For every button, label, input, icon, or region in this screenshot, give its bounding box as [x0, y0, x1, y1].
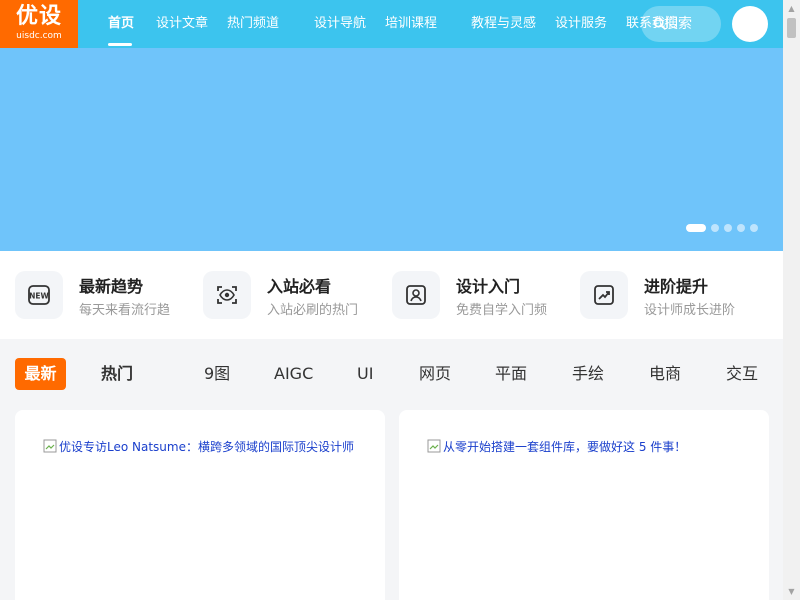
trend-up-icon — [594, 285, 614, 305]
tab-web[interactable]: 网页 — [419, 358, 451, 390]
search-button[interactable]: 搜索 — [641, 6, 721, 42]
user-avatar[interactable] — [732, 6, 768, 42]
broken-image-icon — [43, 439, 57, 453]
logo-text: 优设 — [15, 4, 62, 29]
thumbnail-alt-text: 从零开始搭建一套组件库，要做好这 5 件事！ — [443, 440, 687, 454]
nav-design-services[interactable]: 设计服务 — [555, 0, 607, 48]
eye-scan-icon — [217, 286, 237, 304]
scroll-up-arrow-icon[interactable]: ▲ — [783, 0, 800, 17]
svg-text:NEW: NEW — [29, 292, 49, 301]
site-logo[interactable]: 优设 uisdc.com — [0, 0, 78, 48]
logo-domain: uisdc.com — [16, 31, 62, 41]
broken-image-icon — [427, 439, 441, 453]
top-header: 优设 uisdc.com 首页 设计文章 热门频道 设计导航 培训课程 教程与灵… — [0, 0, 783, 48]
new-badge-icon: NEW — [28, 285, 50, 305]
tab-ui[interactable]: UI — [357, 358, 373, 390]
user-card-icon — [406, 285, 426, 305]
nav-tutorials-inspiration[interactable]: 教程与灵感 — [471, 0, 536, 48]
nav-design-navigation[interactable]: 设计导航 — [314, 0, 366, 48]
carousel-dot[interactable] — [737, 224, 745, 232]
tab-9-images[interactable]: 9图 — [204, 358, 230, 390]
tab-latest[interactable]: 最新 — [15, 358, 66, 390]
nav-home[interactable]: 首页 — [108, 0, 134, 48]
article-thumbnail[interactable]: 优设专访Leo Natsume：横跨多领域的国际顶尖设计师 — [43, 438, 363, 455]
quick-link-subtitle: 入站必刷的热门 — [267, 303, 359, 318]
thumbnail-alt-text: 优设专访Leo Natsume：横跨多领域的国际顶尖设计师 — [59, 440, 354, 454]
quick-link-title: 进阶提升 — [644, 277, 709, 296]
page-scrollbar[interactable]: ▲ ▼ — [783, 0, 800, 600]
scroll-down-arrow-icon[interactable]: ▼ — [783, 583, 800, 600]
tab-graphic[interactable]: 平面 — [495, 358, 527, 390]
quick-link-title: 设计入门 — [456, 277, 521, 296]
scroll-thumb[interactable] — [787, 18, 796, 38]
carousel-dot[interactable] — [686, 224, 706, 232]
article-thumbnail[interactable]: 从零开始搭建一套组件库，要做好这 5 件事！ — [427, 438, 747, 455]
quick-link-subtitle: 免费自学入门频 — [456, 303, 548, 318]
article-card[interactable]: 从零开始搭建一套组件库，要做好这 5 件事！ — [399, 410, 769, 600]
tab-interaction[interactable]: 交互 — [726, 358, 758, 390]
nav-hot-channels[interactable]: 热门频道 — [227, 0, 279, 48]
tab-aigc[interactable]: AIGC — [274, 358, 313, 390]
quick-link-subtitle: 每天来看流行趋 — [79, 303, 171, 318]
nav-articles[interactable]: 设计文章 — [156, 0, 208, 48]
hero-banner[interactable] — [0, 48, 783, 251]
carousel-dot[interactable] — [711, 224, 719, 232]
carousel-dot[interactable] — [724, 224, 732, 232]
article-card[interactable]: 优设专访Leo Natsume：横跨多领域的国际顶尖设计师 — [15, 410, 385, 600]
quick-link-title: 入站必看 — [267, 277, 332, 296]
search-label: 搜索 — [664, 16, 692, 32]
nav-courses[interactable]: 培训课程 — [385, 0, 437, 48]
tab-hand-drawn[interactable]: 手绘 — [572, 358, 604, 390]
nav-active-indicator — [108, 43, 132, 46]
tab-popular[interactable]: 热门 — [101, 358, 133, 390]
tab-ecommerce[interactable]: 电商 — [649, 358, 681, 390]
quick-link-title: 最新趋势 — [79, 277, 144, 296]
quick-link-subtitle: 设计师成长进阶 — [644, 303, 736, 318]
quick-links-bar: NEW 最新趋势 每天来看流行趋 入站必看 入站必刷的热门 设计入门 免费自学入… — [0, 251, 783, 339]
carousel-dot[interactable] — [750, 224, 758, 232]
